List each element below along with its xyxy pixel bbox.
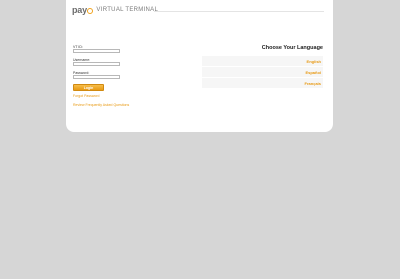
faq-link[interactable]: Review Frequently Asked Questions xyxy=(73,103,129,107)
language-option-francais[interactable]: Français xyxy=(202,78,323,88)
logo-text: pay xyxy=(72,5,87,15)
forgot-password-link[interactable]: Forgot Password xyxy=(73,94,99,98)
main-panel: pay VIRTUAL TERMINAL VT ID: Username: Pa… xyxy=(66,0,333,132)
language-option-english[interactable]: English xyxy=(202,56,323,66)
language-list: English Español Français xyxy=(202,56,323,89)
header: pay VIRTUAL TERMINAL xyxy=(66,0,333,34)
password-input[interactable] xyxy=(73,75,120,79)
app-title: VIRTUAL TERMINAL xyxy=(96,7,159,13)
language-option-label[interactable]: Español xyxy=(305,70,321,75)
login-form: VT ID: Username: Password: Login xyxy=(73,45,133,91)
vt-id-input[interactable] xyxy=(73,49,120,53)
header-divider xyxy=(154,11,324,12)
choose-language-title: Choose Your Language xyxy=(261,45,323,51)
paya-logo: pay VIRTUAL TERMINAL xyxy=(72,4,158,16)
language-option-label[interactable]: Français xyxy=(305,81,321,86)
logo-mark-icon xyxy=(87,7,94,14)
language-option-label[interactable]: English xyxy=(307,59,321,64)
login-button[interactable]: Login xyxy=(73,84,104,91)
username-input[interactable] xyxy=(73,62,120,66)
language-option-espanol[interactable]: Español xyxy=(202,67,323,77)
